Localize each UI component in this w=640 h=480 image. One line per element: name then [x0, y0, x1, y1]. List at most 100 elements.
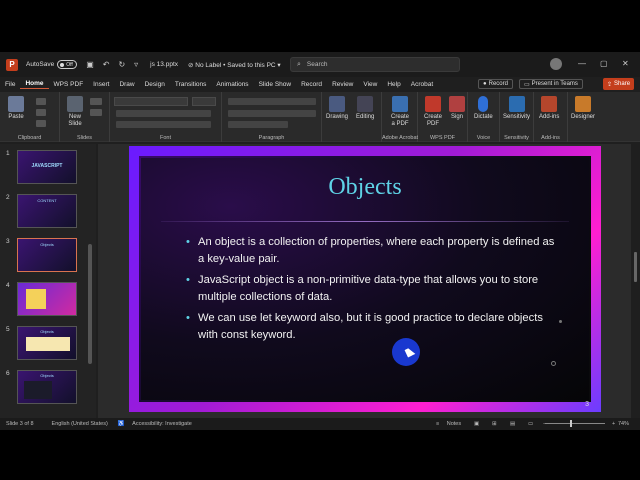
search-input[interactable]: ⌕ Search	[290, 57, 460, 72]
reset-icon[interactable]	[90, 109, 102, 116]
sensitivity-text: No Label	[195, 61, 222, 69]
addins-label: Add-ins	[539, 114, 560, 120]
layout-icon[interactable]	[90, 98, 102, 105]
menu-help[interactable]: Help	[382, 81, 405, 88]
autosave-toggle[interactable]: Off	[57, 60, 78, 69]
menu-insert[interactable]: Insert	[88, 81, 114, 88]
adobe-group-label: Adobe Acrobat	[382, 135, 419, 141]
zoom-in-icon[interactable]: +	[612, 421, 615, 427]
menu-slide-show[interactable]: Slide Show	[254, 81, 297, 88]
slide-thumbnail-6[interactable]: Objects	[17, 370, 77, 404]
slide-thumbnail-2[interactable]: CONTENT	[17, 194, 77, 228]
normal-view-icon[interactable]: ▣	[474, 421, 479, 427]
editing-button[interactable]: Editing	[356, 96, 374, 120]
new-slide-button[interactable]: New Slide	[64, 96, 86, 128]
decorative-ring	[551, 361, 556, 366]
canvas-scrollbar[interactable]	[634, 252, 637, 282]
paragraph-group: Paragraph	[222, 92, 322, 142]
sign-icon	[449, 96, 465, 112]
sign-button[interactable]: Sign	[449, 96, 465, 120]
undo-icon[interactable]: ↶	[103, 60, 110, 69]
present-teams-button[interactable]: ▭ Present in Teams	[519, 79, 583, 89]
status-bar: Slide 3 of 8 English (United States) ♿ A…	[0, 418, 640, 430]
bullet-item: JavaScript object is a non-primitive dat…	[186, 272, 556, 306]
copy-icon[interactable]	[36, 109, 46, 116]
customize-toolbar-icon[interactable]: ▿	[134, 60, 138, 69]
slide-title[interactable]: Objects	[141, 174, 589, 201]
addins-button[interactable]: Add-ins	[539, 96, 559, 120]
alignment-buttons[interactable]	[228, 110, 316, 117]
saved-status: Saved to this PC	[227, 61, 276, 69]
slide-thumbnail-1[interactable]: JAVASCRIPT	[17, 150, 77, 184]
slide-thumbnail-3[interactable]: Objects	[17, 238, 77, 272]
file-name[interactable]: js 13.pptx	[150, 61, 178, 68]
thumb-number: 5	[6, 326, 10, 333]
powerpoint-logo-icon: P	[6, 58, 18, 71]
close-icon[interactable]: ✕	[622, 59, 629, 68]
menu-wps-pdf[interactable]: WPS PDF	[49, 81, 89, 88]
designer-group: Designer	[568, 92, 604, 142]
minimize-icon[interactable]: —	[578, 59, 586, 68]
menu-home[interactable]: Home	[20, 80, 49, 89]
menu-file[interactable]: File	[0, 81, 20, 88]
wps-group-label: WPS PDF	[429, 135, 456, 141]
zoom-slider[interactable]	[545, 423, 605, 424]
menu-transitions[interactable]: Transitions	[170, 81, 212, 88]
record-button[interactable]: ● Record	[478, 79, 513, 89]
slide-thumbnail-5[interactable]: Objects	[17, 326, 77, 360]
menu-record[interactable]: Record	[296, 81, 327, 88]
cut-icon[interactable]	[36, 98, 46, 105]
drawing-button[interactable]: Drawing	[326, 96, 348, 120]
slideshow-icon[interactable]: ▭	[528, 421, 533, 427]
addins-group-label: Add-ins	[541, 135, 560, 141]
zoom-level[interactable]: 74%	[618, 421, 629, 427]
menu-acrobat[interactable]: Acrobat	[406, 81, 438, 88]
font-family-select[interactable]	[114, 97, 188, 106]
new-slide-label: New Slide	[68, 114, 82, 127]
thumbnail-scrollbar[interactable]	[88, 244, 92, 364]
zoom-out-icon[interactable]: −	[543, 421, 546, 427]
zoom-slider-thumb[interactable]	[570, 420, 572, 427]
slide-content-area: Objects An object is a collection of pro…	[141, 158, 589, 400]
wps-create-pdf-button[interactable]: Create PDF	[423, 96, 443, 128]
list-buttons[interactable]	[228, 98, 316, 105]
font-size-select[interactable]	[192, 97, 216, 106]
sensitivity-label[interactable]: ⊘ No Label • Saved to this PC ▾	[188, 61, 281, 69]
slide-sorter-icon[interactable]: ⊞	[492, 421, 497, 427]
notes-button[interactable]: ≡ Notes	[436, 421, 461, 427]
search-icon: ⌕	[297, 60, 301, 68]
voice-group: Dictate Voice	[468, 92, 500, 142]
addins-icon	[541, 96, 558, 112]
dictate-button[interactable]: Dictate	[474, 96, 493, 120]
slide-thumbnail-4[interactable]	[17, 282, 77, 316]
menu-draw[interactable]: Draw	[114, 81, 139, 88]
share-label: Share	[614, 81, 631, 87]
slide[interactable]: Objects An object is a collection of pro…	[129, 146, 601, 412]
menu-animations[interactable]: Animations	[211, 81, 253, 88]
bullet-list[interactable]: An object is a collection of properties,…	[186, 234, 556, 348]
save-icon[interactable]: ▣	[86, 60, 94, 69]
menu-view[interactable]: View	[358, 81, 382, 88]
menu-design[interactable]: Design	[140, 81, 170, 88]
reading-view-icon[interactable]: ▤	[510, 421, 515, 427]
text-direction-buttons[interactable]	[228, 121, 288, 128]
designer-button[interactable]: Designer	[571, 96, 595, 120]
language-status[interactable]: English (United States)	[52, 421, 108, 427]
create-a-pdf-button[interactable]: Create a PDF	[390, 96, 410, 128]
accessibility-status[interactable]: ♿ Accessibility: Investigate	[118, 421, 192, 427]
font-style-buttons[interactable]	[116, 110, 211, 117]
paste-button[interactable]: Paste	[8, 96, 24, 120]
thumb-caption: Objects	[40, 242, 54, 247]
format-painter-icon[interactable]	[36, 120, 46, 127]
redo-icon[interactable]: ↻	[118, 60, 125, 69]
maximize-icon[interactable]: ▢	[600, 59, 608, 68]
font-color-buttons[interactable]	[116, 121, 211, 128]
menu-review[interactable]: Review	[327, 81, 358, 88]
avatar[interactable]	[550, 58, 562, 70]
sensitivity-group: Sensitivity Sensitivity	[500, 92, 534, 142]
sensitivity-button[interactable]: Sensitivity	[503, 96, 530, 120]
thumb-number: 3	[6, 238, 10, 245]
drawing-editing-group: Drawing Editing	[322, 92, 382, 142]
share-button[interactable]: ⇪ Share	[603, 78, 635, 90]
shapes-icon	[329, 96, 345, 112]
